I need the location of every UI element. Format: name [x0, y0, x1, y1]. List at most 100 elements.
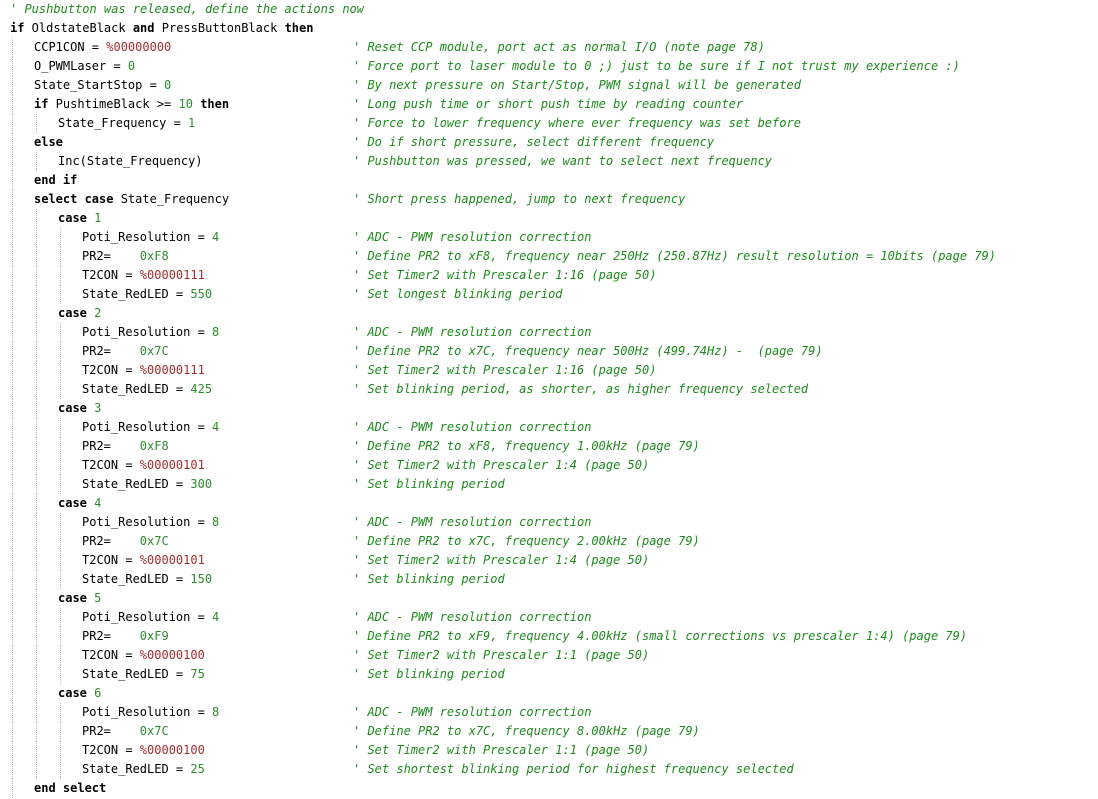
code-comment: ' ADC - PWM resolution correction	[353, 705, 592, 719]
code-line[interactable]: Poti_Resolution = 8 ' ADC - PWM resolutio…	[0, 703, 1098, 722]
indent-guide	[36, 361, 37, 380]
identifier-text: Poti_Resolution =	[82, 515, 213, 529]
indent-guide	[36, 456, 37, 475]
code-line[interactable]: O_PWMLaser = 0 ' Force port to laser modu…	[0, 57, 1098, 76]
code-text: State_RedLED = 425	[82, 380, 212, 399]
code-text: Poti_Resolution = 8	[82, 703, 219, 722]
number-literal: 10	[178, 97, 193, 111]
binary-literal: %00000101	[139, 458, 205, 472]
code-line[interactable]: Poti_Resolution = 4 ' ADC - PWM resolutio…	[0, 418, 1098, 437]
indent-guide	[36, 209, 37, 228]
code-line[interactable]: PR2= 0x7C ' Define PR2 to x7C, frequency …	[0, 722, 1098, 741]
code-line[interactable]: end select	[0, 779, 1098, 798]
indent-guide	[60, 266, 61, 285]
number-literal: 550	[190, 287, 213, 301]
code-line[interactable]: Poti_Resolution = 8 ' ADC - PWM resolutio…	[0, 323, 1098, 342]
number-literal: 2	[94, 306, 102, 320]
code-line[interactable]: PR2= 0xF8 ' Define PR2 to xF8, frequency …	[0, 247, 1098, 266]
code-line[interactable]: case 1	[0, 209, 1098, 228]
code-line[interactable]: Poti_Resolution = 4 ' ADC - PWM resolutio…	[0, 608, 1098, 627]
indent-guide	[36, 570, 37, 589]
hex-literal: 0x7C	[139, 534, 169, 548]
indent-guide	[36, 741, 37, 760]
code-line[interactable]: Poti_Resolution = 4 ' ADC - PWM resolutio…	[0, 228, 1098, 247]
indent-guide	[36, 114, 37, 133]
code-line[interactable]: State_StartStop = 0 ' By next pressure on…	[0, 76, 1098, 95]
keyword: case	[58, 211, 87, 225]
code-text: T2CON = %00000101	[82, 551, 205, 570]
indent-guide	[60, 437, 61, 456]
indent-guide	[60, 703, 61, 722]
code-editor[interactable]: ' Pushbutton was released, define the ac…	[0, 0, 1098, 799]
indent-guide	[36, 627, 37, 646]
code-line[interactable]: State_RedLED = 75 ' Set blinking period	[0, 665, 1098, 684]
code-line[interactable]: State_RedLED = 425 ' Set blinking period,…	[0, 380, 1098, 399]
code-line[interactable]: case 6	[0, 684, 1098, 703]
code-comment: ' By next pressure on Start/Stop, PWM si…	[353, 78, 801, 92]
code-text: T2CON = %00000111	[82, 266, 205, 285]
code-line[interactable]: PR2= 0x7C ' Define PR2 to x7C, frequency …	[0, 532, 1098, 551]
code-line[interactable]: select case State_Frequency ' Short press…	[0, 190, 1098, 209]
code-text: Poti_Resolution = 4	[82, 608, 219, 627]
code-line[interactable]: State_RedLED = 300 ' Set blinking period	[0, 475, 1098, 494]
code-line[interactable]: case 5	[0, 589, 1098, 608]
indent-guide	[12, 608, 13, 627]
number-literal: 25	[190, 762, 205, 776]
code-line[interactable]: State_RedLED = 550 ' Set longest blinking…	[0, 285, 1098, 304]
code-line[interactable]: CCP1CON = %00000000 ' Reset CCP module, p…	[0, 38, 1098, 57]
code-line[interactable]: T2CON = %00000111 ' Set Timer2 with Presc…	[0, 266, 1098, 285]
code-line[interactable]: State_RedLED = 25 ' Set shortest blinking…	[0, 760, 1098, 779]
indent-guide	[12, 532, 13, 551]
indent-guide	[12, 513, 13, 532]
number-literal: 8	[212, 705, 220, 719]
indent-guide	[36, 551, 37, 570]
code-text: PR2= 0xF8	[82, 247, 169, 266]
binary-literal: %00000000	[106, 40, 172, 54]
code-text: T2CON = %00000101	[82, 456, 205, 475]
indent-guide	[12, 437, 13, 456]
code-line[interactable]: PR2= 0x7C ' Define PR2 to x7C, frequency …	[0, 342, 1098, 361]
indent-guide	[12, 38, 13, 57]
code-line[interactable]: else ' Do if short pressure, select diffe…	[0, 133, 1098, 152]
indent-guide	[12, 646, 13, 665]
code-line[interactable]: if PushtimeBlack >= 10 then ' Long push t…	[0, 95, 1098, 114]
indent-guide	[36, 665, 37, 684]
identifier-text: PR2=	[82, 439, 140, 453]
code-text: Poti_Resolution = 8	[82, 323, 219, 342]
code-line[interactable]: T2CON = %00000100 ' Set Timer2 with Presc…	[0, 741, 1098, 760]
code-line[interactable]: case 2	[0, 304, 1098, 323]
code-line[interactable]: Inc(State_Frequency) ' Pushbutton was pre…	[0, 152, 1098, 171]
identifier-text: T2CON =	[82, 743, 140, 757]
code-line[interactable]: PR2= 0xF9 ' Define PR2 to xF9, frequency …	[0, 627, 1098, 646]
code-line[interactable]: case 4	[0, 494, 1098, 513]
code-comment: ' ADC - PWM resolution correction	[353, 610, 592, 624]
code-line[interactable]: State_RedLED = 150 ' Set blinking period	[0, 570, 1098, 589]
code-line[interactable]: PR2= 0xF8 ' Define PR2 to xF8, frequency …	[0, 437, 1098, 456]
identifier-text: OldstateBlack	[24, 21, 133, 35]
identifier-text: T2CON =	[82, 553, 140, 567]
code-line[interactable]: end if	[0, 171, 1098, 190]
indent-guide	[60, 760, 61, 779]
indent-guide	[12, 760, 13, 779]
keyword: end select	[34, 781, 107, 795]
code-line[interactable]: case 3	[0, 399, 1098, 418]
identifier-text: PR2=	[82, 249, 140, 263]
code-comment: ' Short press happened, jump to next fre…	[353, 192, 686, 206]
code-line[interactable]: T2CON = %00000111 ' Set Timer2 with Presc…	[0, 361, 1098, 380]
identifier-text: Inc(State_Frequency)	[58, 154, 203, 168]
code-comment: ' Define PR2 to x7C, frequency 8.00kHz (…	[353, 724, 700, 738]
code-line[interactable]: State_Frequency = 1 ' Force to lower freq…	[0, 114, 1098, 133]
keyword: then	[284, 21, 314, 35]
indent-guide	[60, 646, 61, 665]
code-line[interactable]: T2CON = %00000101 ' Set Timer2 with Presc…	[0, 456, 1098, 475]
indent-guide	[12, 247, 13, 266]
code-line[interactable]: T2CON = %00000100 ' Set Timer2 with Presc…	[0, 646, 1098, 665]
code-line[interactable]: Poti_Resolution = 8 ' ADC - PWM resolutio…	[0, 513, 1098, 532]
number-literal: 3	[94, 401, 102, 415]
code-line[interactable]: ' Pushbutton was released, define the ac…	[0, 0, 1098, 19]
code-text: State_RedLED = 75	[82, 665, 205, 684]
indent-guide	[36, 152, 37, 171]
indent-guide	[12, 779, 13, 798]
code-line[interactable]: if OldstateBlack and PressButtonBlack th…	[0, 19, 1098, 38]
code-line[interactable]: T2CON = %00000101 ' Set Timer2 with Presc…	[0, 551, 1098, 570]
